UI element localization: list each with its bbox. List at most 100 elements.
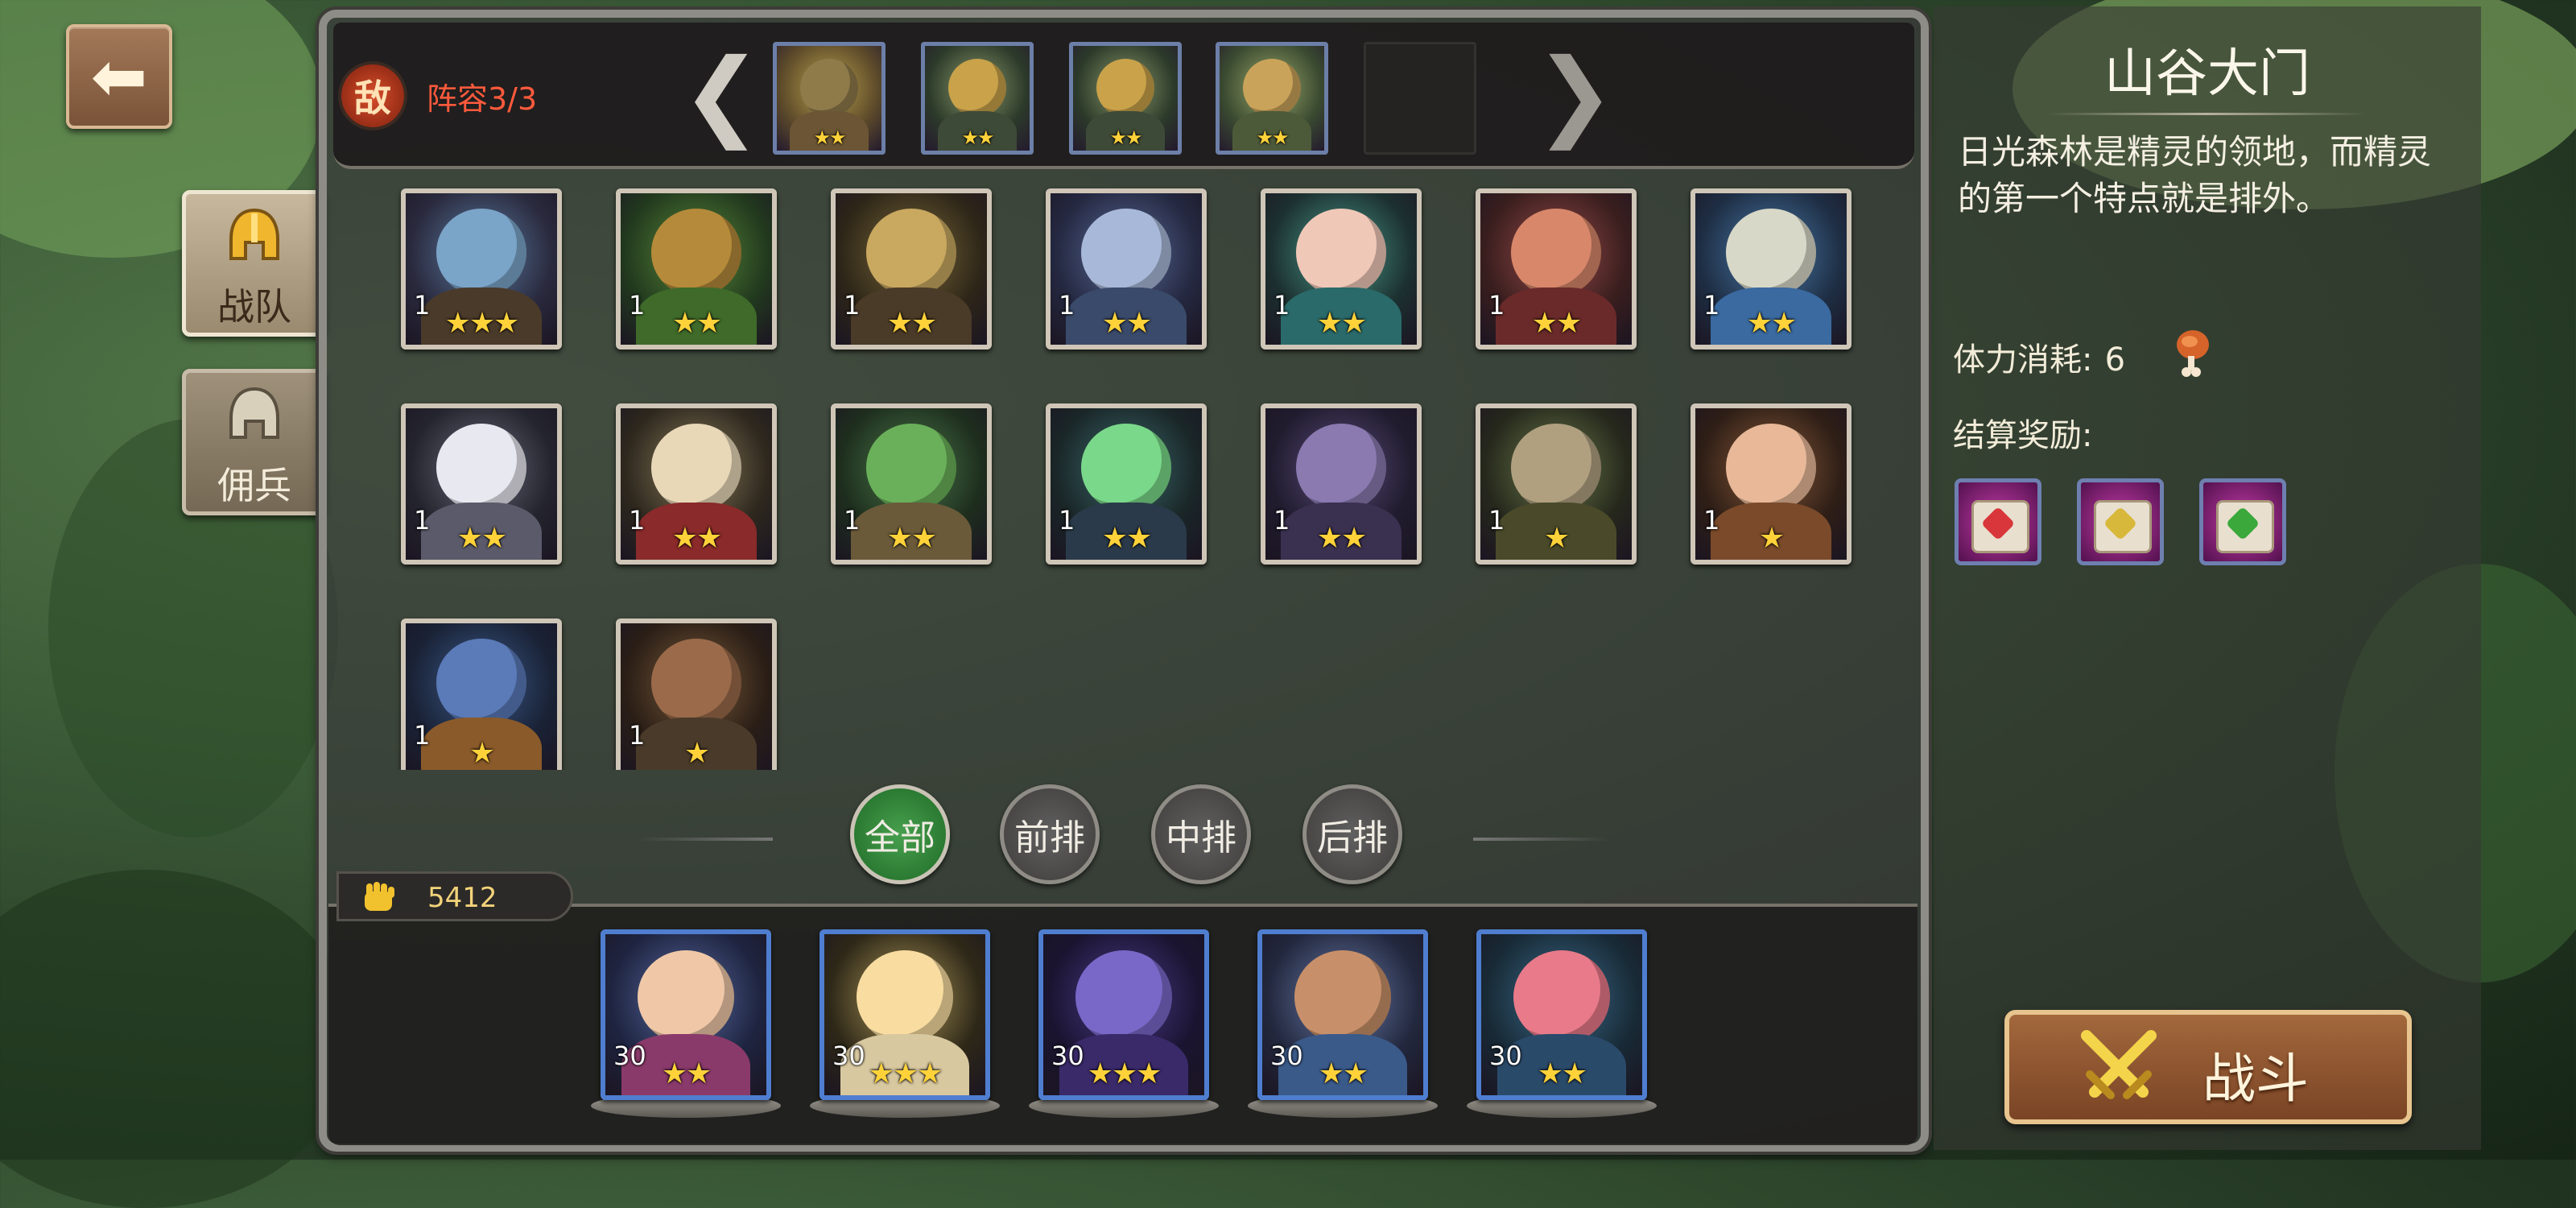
hero-portrait	[1510, 423, 1602, 511]
hero-stars: ★★	[1101, 307, 1153, 340]
filter-all-button[interactable]: 全部	[850, 784, 950, 884]
tab-mercenary-label: 佣兵	[217, 464, 291, 507]
reward-yellow-gem-scroll[interactable]	[2077, 478, 2164, 565]
fight-button-label: 战斗	[2202, 1048, 2309, 1110]
enemy-next-arrow[interactable]: ❯	[1534, 47, 1616, 143]
hero-portrait	[436, 638, 527, 726]
hero-portrait	[865, 208, 957, 296]
hero-stars: ★★	[456, 522, 508, 555]
roster-hero-card[interactable]: 1 ★★	[831, 188, 992, 350]
reward-green-gem-scroll[interactable]	[2199, 478, 2286, 565]
enemy-unit[interactable]: ★★	[773, 42, 886, 155]
hero-portrait	[638, 950, 734, 1044]
hero-roster-grid[interactable]: 1 ★★★ 1 ★★ 1 ★★ 1 ★★ 1 ★★ 1 ★★ 1 ★★ 1 ★★ 1 ★★ 1 ★★ 1 ★★ 1 ★★ 1 ★ 1…	[394, 182, 1908, 770]
hero-stars: ★★	[1537, 1057, 1588, 1090]
hero-portrait	[650, 208, 742, 296]
stamina-label: 体力消耗:	[1953, 341, 2093, 379]
hero-portrait	[436, 208, 527, 296]
lineup-hero-card[interactable]: 30 ★★	[601, 929, 771, 1100]
enemy-badge: 敌	[338, 61, 407, 130]
enemy-unit-stars: ★★	[813, 126, 846, 149]
stage-title: 山谷大门	[2104, 44, 2310, 104]
hero-stars: ★★	[886, 522, 938, 555]
filter-middle-button[interactable]: 中排	[1151, 784, 1251, 884]
fist-icon	[365, 882, 394, 911]
roster-hero-card[interactable]: 1 ★★	[1261, 188, 1422, 350]
enemy-lineup-count: 阵容3/3	[427, 81, 538, 117]
hero-portrait	[1725, 423, 1817, 511]
roster-hero-card[interactable]: 1 ★★	[1261, 403, 1422, 565]
hero-stars: ★★	[1531, 307, 1583, 340]
lineup-hero-card[interactable]: 30 ★★	[1476, 929, 1647, 1100]
enemy-prev-arrow[interactable]: ❮	[681, 47, 762, 143]
enemy-unit[interactable]: ★★	[1216, 42, 1328, 155]
hero-portrait	[1295, 208, 1387, 296]
team-power-value: 5412	[427, 882, 497, 914]
meat-drumstick-icon	[2177, 330, 2209, 377]
hero-portrait	[650, 423, 742, 511]
filter-ornament-right	[1473, 838, 1610, 841]
hero-portrait	[1075, 950, 1172, 1044]
roster-hero-card[interactable]: 1 ★★	[1046, 403, 1207, 565]
roster-hero-card[interactable]: 1 ★★	[1476, 188, 1637, 350]
hero-stars: ★	[469, 737, 495, 770]
tab-team[interactable]: 战队	[182, 190, 327, 337]
roster-hero-card[interactable]: 1 ★★	[1046, 188, 1207, 350]
hero-portrait	[1513, 950, 1610, 1044]
back-button[interactable]: ⬅	[66, 24, 172, 129]
roster-hero-card[interactable]: 1 ★	[616, 618, 777, 770]
hero-portrait	[650, 638, 742, 726]
roster-hero-card[interactable]: 1 ★★	[616, 188, 777, 350]
hero-portrait	[857, 950, 953, 1044]
hero-stars: ★★	[1318, 1057, 1369, 1090]
roster-hero-card[interactable]: 1 ★	[1476, 403, 1637, 565]
stamina-cost-row: 体力消耗: 6	[1953, 330, 2209, 382]
fight-button[interactable]: 战斗	[2004, 1010, 2412, 1124]
hero-portrait	[1080, 208, 1172, 296]
hero-stars: ★★	[661, 1057, 712, 1090]
lineup-hero-card[interactable]: 30 ★★★	[1038, 929, 1209, 1100]
filter-ornament-left	[636, 838, 773, 841]
roster-hero-card[interactable]: 1 ★★	[616, 403, 777, 565]
enemy-unit-stars: ★★	[1256, 126, 1289, 149]
roster-hero-card[interactable]: 1 ★★	[1690, 188, 1852, 350]
roster-hero-card[interactable]: 1 ★★	[401, 403, 562, 565]
hero-portrait	[1080, 423, 1172, 511]
team-power: 5412	[336, 871, 573, 921]
hero-stars: ★	[1758, 522, 1785, 555]
hero-portrait	[1295, 423, 1387, 511]
enemy-unit-stars: ★★	[1109, 126, 1142, 149]
hero-stars: ★	[683, 737, 710, 770]
hero-stars: ★★★	[444, 307, 520, 340]
helmet-icon	[229, 208, 279, 260]
hero-stars: ★★	[671, 522, 723, 555]
mercenary-helmet-icon	[229, 387, 279, 439]
hero-portrait	[436, 423, 527, 511]
filter-back-button[interactable]: 后排	[1302, 784, 1402, 884]
reward-red-gem-scroll[interactable]	[1955, 478, 2041, 565]
stamina-value: 6	[2104, 341, 2126, 379]
tab-team-label: 战队	[217, 285, 291, 329]
roster-hero-card[interactable]: 1 ★	[401, 618, 562, 770]
lineup-hero-card[interactable]: 30 ★★★	[819, 929, 990, 1100]
hero-stars: ★★	[886, 307, 938, 340]
lineup-hero-card[interactable]: 30 ★★	[1257, 929, 1428, 1100]
hero-portrait	[865, 423, 957, 511]
tab-mercenary[interactable]: 佣兵	[182, 369, 327, 515]
hero-stars: ★★	[1101, 522, 1153, 555]
enemy-unit[interactable]: ★★	[921, 42, 1034, 155]
hero-stars: ★★	[1316, 522, 1368, 555]
reward-label: 结算奖励:	[1953, 417, 2093, 454]
hero-portrait	[1725, 208, 1817, 296]
hero-stars: ★★★	[868, 1057, 943, 1090]
hero-stars: ★★★	[1087, 1057, 1162, 1090]
stage-description: 日光森林是精灵的领地，而精灵的第一个特点就是排外。	[1958, 132, 2432, 218]
enemy-unit[interactable]: ★★	[1069, 42, 1182, 155]
roster-hero-card[interactable]: 1 ★	[1690, 403, 1852, 565]
roster-hero-card[interactable]: 1 ★★★	[401, 188, 562, 350]
hero-portrait	[1294, 950, 1391, 1044]
hero-stars: ★★	[671, 307, 723, 340]
back-arrow-icon: ⬅	[90, 37, 148, 116]
roster-hero-card[interactable]: 1 ★★	[831, 403, 992, 565]
filter-front-button[interactable]: 前排	[1000, 784, 1100, 884]
